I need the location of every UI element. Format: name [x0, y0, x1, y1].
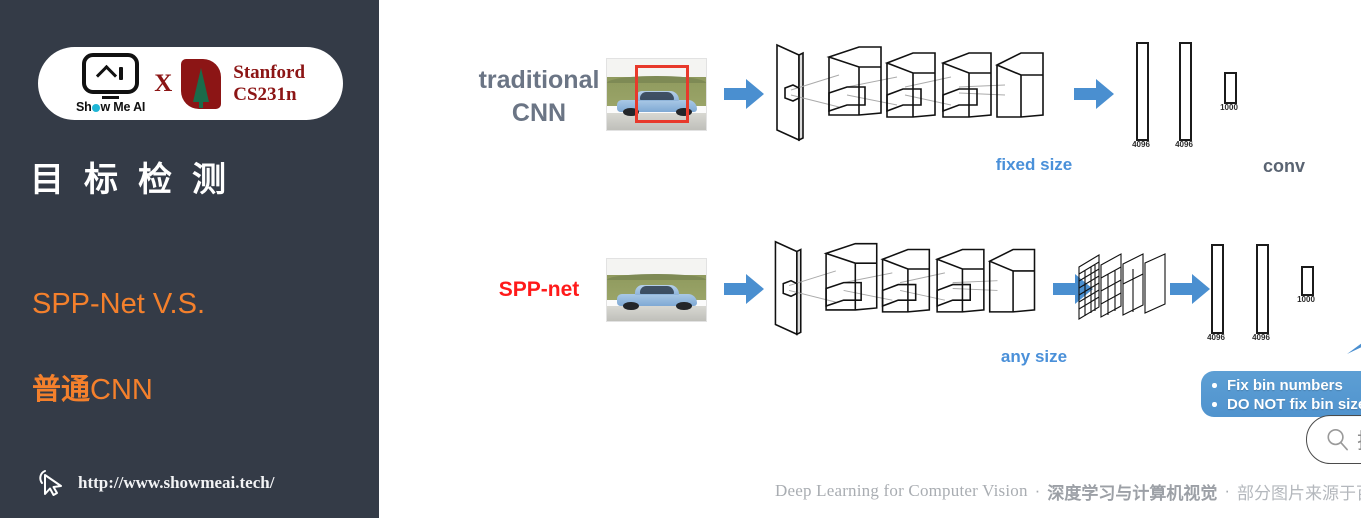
- fc-label-3: 1000: [1297, 295, 1315, 304]
- conv-stack-spp: [774, 240, 1036, 336]
- site-url-row[interactable]: http://www.showmeai.tech/: [36, 468, 274, 498]
- subtitle-en: CNN: [90, 374, 153, 406]
- robot-face-icon: [82, 53, 140, 94]
- fc-bar-2: [1256, 244, 1269, 334]
- conv-stack-traditional: [776, 43, 1044, 142]
- stanford-course-label: Stanford CS231n: [233, 62, 305, 105]
- stanford-line2: CS231n: [233, 83, 297, 105]
- fc-layers-traditional: 4096 4096 1000: [1114, 34, 1254, 149]
- page-title: 目标检测: [30, 161, 246, 199]
- callout-list: Fix bin numbers DO NOT fix bin size: [1201, 371, 1361, 414]
- fc-label-2: 4096: [1252, 333, 1270, 342]
- brand-logo-pill: Sh w Me AI X Stanford CS231n: [38, 47, 343, 120]
- wechat-search-watermark: 搜索 | 微信 ShowMeAI 研究中心: [1306, 415, 1361, 464]
- site-url-label: http://www.showmeai.tech/: [78, 473, 275, 492]
- fc-label-1: 4096: [1207, 333, 1225, 342]
- fc-layers-spp: 4096 4096 1000: [1199, 236, 1339, 351]
- car-wheel-front: [622, 301, 639, 310]
- fc-bar-1: [1211, 244, 1224, 334]
- search-placeholder-label: 搜索: [1357, 425, 1361, 455]
- spatial-pyramid-pooling-icon: [1078, 253, 1166, 320]
- fc-bar-3: [1301, 266, 1314, 296]
- slide-root: Sh w Me AI X Stanford CS231n 目标检测 SPP-Net…: [0, 0, 1361, 518]
- right-arrow-icon: [724, 79, 764, 109]
- input-image-any-size: [606, 258, 707, 322]
- right-arrow-icon: [1074, 79, 1114, 109]
- footer-chinese: 深度学习与计算机视觉: [1047, 483, 1218, 503]
- logo-cross-label: X: [154, 69, 173, 97]
- stanford-line1: Stanford: [233, 62, 306, 84]
- footer-note: 部分图片来源于百度paddlepaddle公开课: [1237, 483, 1361, 503]
- car-shape: [611, 277, 703, 313]
- subtitle-line-2: 普通CNN: [32, 366, 153, 408]
- o-dot-icon: [92, 104, 101, 112]
- logo-underline: [102, 96, 120, 99]
- subtitle-line-1: SPP-Net V.S.: [32, 288, 206, 320]
- callout-bullet-1: Fix bin numbers: [1212, 376, 1361, 395]
- car-window: [639, 286, 674, 294]
- caption-fixed-size: fixed size: [995, 155, 1073, 174]
- showmeai-wordmark: Sh w Me AI: [75, 100, 146, 114]
- cursor-pointer-icon: [39, 470, 62, 496]
- input-image-fixed-size: [606, 58, 707, 131]
- right-arrow-icon: [724, 274, 764, 304]
- footer-english: Deep Learning for Computer Vision: [775, 481, 1028, 500]
- chevron-icon: [95, 64, 117, 86]
- subtitle-cn: 普通: [32, 374, 91, 406]
- footer-sep-2: ·: [1224, 481, 1230, 500]
- showmeai-logo-icon: Sh w Me AI: [76, 53, 145, 114]
- fc-bar-2: [1179, 42, 1192, 141]
- tree-shape: [193, 67, 210, 108]
- footer-bar: Deep Learning for Computer Vision · 深度学习…: [775, 474, 1361, 508]
- footer-sep-1: ·: [1034, 481, 1041, 500]
- search-icon: [1327, 428, 1348, 451]
- stanford-tree-icon: [181, 58, 222, 109]
- car-wheel-rear: [676, 301, 692, 310]
- fc-label-2: 4096: [1175, 140, 1193, 149]
- callout-box: Fix bin numbers DO NOT fix bin size: [1201, 371, 1361, 417]
- diagram-panel: traditional CNN SPP-net fixed size any s…: [379, 0, 1361, 518]
- bar-icon: [118, 67, 123, 80]
- fc-bar-1: [1136, 42, 1149, 141]
- fc-label-3: 1000: [1220, 103, 1238, 112]
- photo-sky: [607, 259, 706, 276]
- caption-conv: conv: [1262, 156, 1305, 176]
- fc-bar-3: [1224, 72, 1237, 104]
- callout-bullet-2: DO NOT fix bin size: [1212, 395, 1361, 414]
- fc-label-1: 4096: [1132, 140, 1150, 149]
- caption-any-size: any size: [1000, 347, 1068, 366]
- sidebar: Sh w Me AI X Stanford CS231n 目标检测 SPP-Net…: [0, 0, 379, 518]
- detection-bounding-box: [635, 65, 689, 123]
